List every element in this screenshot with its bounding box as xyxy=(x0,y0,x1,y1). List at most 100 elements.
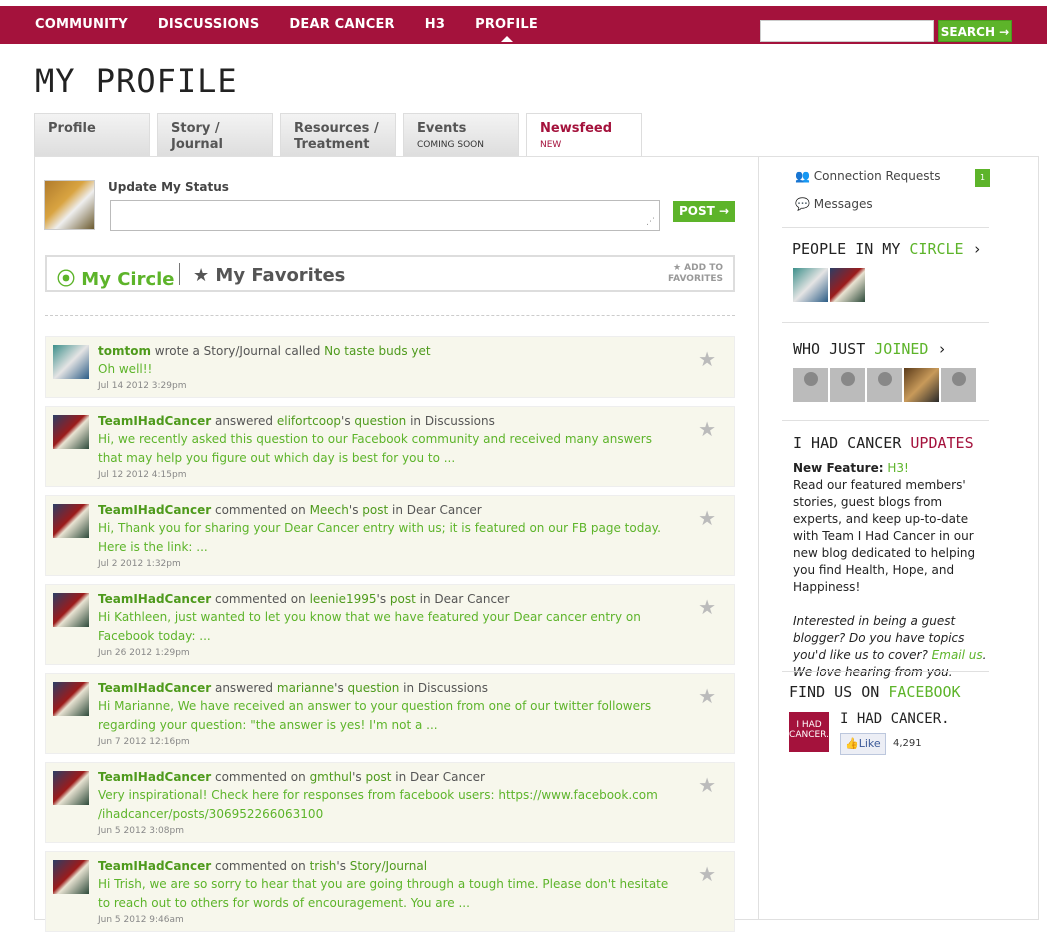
nav-community[interactable]: COMMUNITY xyxy=(35,17,128,32)
nav-profile[interactable]: PROFILE xyxy=(475,17,538,42)
user-avatar xyxy=(44,180,95,230)
new-member-avatar[interactable] xyxy=(830,368,865,402)
h3-link[interactable]: H3! xyxy=(887,461,908,475)
favorite-star-icon[interactable]: ★ xyxy=(698,595,716,619)
divider xyxy=(782,227,989,228)
new-member-avatar[interactable] xyxy=(941,368,976,402)
feed-target-link[interactable]: marianne xyxy=(277,681,334,695)
facebook-page-logo[interactable]: I HAD CANCER. xyxy=(789,712,829,752)
favorite-star-icon[interactable]: ★ xyxy=(698,684,716,708)
thumbs-up-icon: 👍 xyxy=(845,737,859,750)
tab-label: Journal xyxy=(171,137,223,152)
circle-filter-bar: ⦿ My Circle ★ My Favorites ★ ADD TO FAVOR… xyxy=(45,255,735,292)
tab-story-journal[interactable]: Story / Journal xyxy=(157,113,273,157)
feed-body[interactable]: Hi Kathleen, just wanted to let you know… xyxy=(98,608,674,646)
feed-user-link[interactable]: tomtom xyxy=(98,344,151,358)
feed-target-link[interactable]: question xyxy=(348,681,400,695)
feed-body[interactable]: Oh well!! xyxy=(98,360,674,379)
feed-avatar[interactable] xyxy=(53,345,89,379)
feed-target-link[interactable]: trish xyxy=(310,859,337,873)
tab-sub-label: COMING SOON xyxy=(417,140,484,150)
feed-body[interactable]: Hi, Thank you for sharing your Dear Canc… xyxy=(98,519,674,557)
feed-body[interactable]: Hi Trish, we are so sorry to hear that y… xyxy=(98,875,674,913)
feed-avatar[interactable] xyxy=(53,860,89,894)
people-in-circle-heading[interactable]: PEOPLE IN MY CIRCLE › xyxy=(792,240,982,258)
resize-grip-icon[interactable]: ⋰ xyxy=(646,217,655,227)
nav-h3[interactable]: H3 xyxy=(425,17,445,32)
sidebar-divider xyxy=(758,156,759,920)
email-us-link[interactable]: Email us xyxy=(932,648,983,662)
nav-dear-cancer[interactable]: DEAR CANCER xyxy=(289,17,394,32)
new-member-avatar[interactable] xyxy=(867,368,902,402)
feed-target-link[interactable]: leenie1995 xyxy=(310,592,377,606)
feed-body[interactable]: Hi Marianne, We have received an answer … xyxy=(98,697,674,735)
main-nav: COMMUNITY DISCUSSIONS DEAR CANCER H3 PRO… xyxy=(35,17,568,42)
feed-target-link[interactable]: post xyxy=(390,592,416,606)
heading-accent: UPDATES xyxy=(910,434,974,452)
feed-user-link[interactable]: TeamIHadCancer xyxy=(98,859,211,873)
new-member-avatar[interactable] xyxy=(904,368,939,402)
feed-target-link[interactable]: Story/Journal xyxy=(350,859,427,873)
feed-item: TeamIHadCancer answered elifortcoop's qu… xyxy=(45,406,735,487)
search-button[interactable]: SEARCH → xyxy=(938,20,1012,42)
who-just-joined-heading[interactable]: WHO JUST JOINED › xyxy=(793,340,947,358)
feed-avatar[interactable] xyxy=(53,593,89,627)
favorite-star-icon[interactable]: ★ xyxy=(698,506,716,530)
messages-link[interactable]: 💬 Messages xyxy=(795,197,873,211)
tab-profile[interactable]: Profile xyxy=(34,113,150,157)
chevron-right-icon: › xyxy=(928,340,947,358)
feed-action: answered xyxy=(211,414,277,428)
tab-my-favorites[interactable]: ★ My Favorites xyxy=(193,265,345,286)
feed-action: commented on xyxy=(211,592,310,606)
nav-discussions[interactable]: DISCUSSIONS xyxy=(158,17,260,32)
favorite-star-icon[interactable]: ★ xyxy=(698,417,716,441)
feed-target-link[interactable]: No taste buds yet xyxy=(324,344,430,358)
feed-target-link[interactable]: post xyxy=(366,770,392,784)
link-label: Connection Requests xyxy=(813,169,941,183)
search-input[interactable] xyxy=(760,20,934,42)
new-member-avatar[interactable] xyxy=(793,368,828,402)
feed-user-link[interactable]: TeamIHadCancer xyxy=(98,503,211,517)
heading-accent: CIRCLE xyxy=(909,240,964,258)
favorite-star-icon[interactable]: ★ xyxy=(698,862,716,886)
tab-newsfeed[interactable]: Newsfeed NEW xyxy=(526,113,642,157)
tab-events[interactable]: Events COMING SOON xyxy=(403,113,519,157)
radio-icon: ⦿ xyxy=(57,269,82,290)
circle-member-avatar[interactable] xyxy=(830,268,865,302)
updates-text: New Feature: H3! Read our featured membe… xyxy=(793,460,987,681)
feed-header: TeamIHadCancer answered elifortcoop's qu… xyxy=(98,413,674,430)
favorite-star-icon[interactable]: ★ xyxy=(698,773,716,797)
tab-my-circle[interactable]: ⦿ My Circle xyxy=(57,265,175,291)
favorite-star-icon[interactable]: ★ xyxy=(698,347,716,371)
connection-requests-link[interactable]: 👥 Connection Requests xyxy=(795,169,941,183)
feed-user-link[interactable]: TeamIHadCancer xyxy=(98,681,211,695)
tab-resources-treatment[interactable]: Resources / Treatment xyxy=(280,113,396,157)
feed-user-link[interactable]: TeamIHadCancer xyxy=(98,414,211,428)
feed-target-link[interactable]: post xyxy=(362,503,388,517)
feed-body[interactable]: Hi, we recently asked this question to o… xyxy=(98,430,674,468)
feed-body[interactable]: Very inspirational! Check here for respo… xyxy=(98,786,674,824)
feed-action: wrote a Story/Journal called xyxy=(150,344,325,358)
divider xyxy=(782,420,989,421)
feed-avatar[interactable] xyxy=(53,771,89,805)
feed-avatar[interactable] xyxy=(53,682,89,716)
divider xyxy=(782,671,989,672)
feed-target-link[interactable]: elifortcoop xyxy=(277,414,341,428)
feed-target-link[interactable]: Meech xyxy=(310,503,349,517)
feed-user-link[interactable]: TeamIHadCancer xyxy=(98,592,211,606)
facebook-page-name[interactable]: I HAD CANCER. xyxy=(840,711,950,727)
heading-accent: JOINED xyxy=(874,340,929,358)
feed-target-link[interactable]: question xyxy=(354,414,406,428)
connection-count-badge: 1 xyxy=(975,169,990,187)
facebook-like-button[interactable]: 👍Like xyxy=(840,733,886,755)
add-to-favorites-button[interactable]: ★ ADD TO FAVORITES xyxy=(668,263,723,285)
circle-member-avatar[interactable] xyxy=(793,268,828,302)
post-button[interactable]: POST → xyxy=(673,201,735,222)
tab-label: Newsfeed xyxy=(540,121,613,136)
feed-avatar[interactable] xyxy=(53,415,89,449)
page-title: MY PROFILE xyxy=(35,62,238,100)
feed-avatar[interactable] xyxy=(53,504,89,538)
feed-target-link[interactable]: gmthul xyxy=(310,770,353,784)
status-input[interactable]: ⋰ xyxy=(110,200,660,231)
feed-user-link[interactable]: TeamIHadCancer xyxy=(98,770,211,784)
